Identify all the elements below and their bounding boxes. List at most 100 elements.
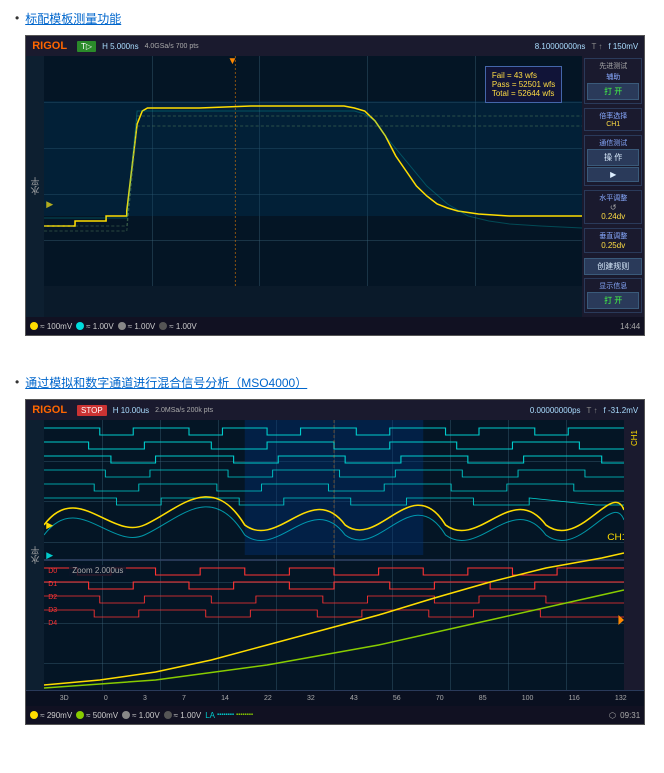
xaxis-0: 0 — [104, 695, 108, 702]
panel-assist-label: 辅助 — [587, 72, 639, 82]
panel-h-arrow: ↺ — [587, 203, 639, 212]
ch1-value: ≈ 100mV — [40, 322, 72, 331]
scope2-ch1-indicator: ≈ 290mV — [30, 711, 72, 720]
scope2-ylabel: 水平 — [26, 420, 44, 690]
rigol-logo2: RIGOL — [32, 404, 67, 416]
xaxis-56: 56 — [393, 695, 401, 702]
scope1-status: T▷ — [77, 41, 96, 52]
ch1-marker2: ▶ — [46, 520, 53, 531]
section2-link[interactable]: 通过模拟和数字通道进行混合信号分析（MSO4000） — [25, 374, 307, 391]
section1-link[interactable]: 标配模板测量功能 — [25, 10, 121, 27]
svg-text:CH1: CH1 — [607, 532, 624, 542]
scope1-trigger-icon: T ↑ — [591, 42, 602, 51]
rigol-logo1: RIGOL — [32, 40, 67, 52]
scope2-zoom-label: Zoom 2.000us — [69, 565, 126, 576]
scope2-ch4-dot — [164, 711, 172, 719]
panel-operation-btn[interactable]: 操 作 — [587, 149, 639, 166]
panel-v-adjust: 垂直调整 0.25dv — [584, 228, 642, 253]
ch3-value: ≈ 1.00V — [128, 322, 156, 331]
scope2-ch4-indicator: ≈ 1.00V — [164, 711, 202, 720]
section2-item: • 通过模拟和数字通道进行混合信号分析（MSO4000） RIGOL STOP … — [15, 374, 649, 745]
panel-channel-select: 倍率选择 CH1 — [584, 108, 642, 131]
scope2-xaxis: 3D 0 3 7 14 22 32 43 56 70 85 100 116 13… — [26, 690, 644, 706]
d1-label: D1 — [48, 581, 57, 588]
scope2-time: ⬡ 09:31 — [609, 711, 640, 720]
scope2-la-label: LA — [205, 711, 215, 720]
scope2-ch4-value: ≈ 1.00V — [174, 711, 202, 720]
scope2-trigtime: 0.00000000ps — [530, 406, 581, 415]
panel-comm-label: 通信测试 — [587, 138, 639, 148]
scope1-waveform-info: Fail = 43 wfs Pass = 52501 wfs Total = 5… — [485, 66, 562, 103]
scope2-status: STOP — [77, 405, 107, 416]
d2-label: D2 — [48, 594, 57, 601]
scope1-time: 14:44 — [620, 322, 640, 331]
panel-show-open-btn[interactable]: 打 开 — [587, 292, 639, 309]
usb-icon: ⬡ — [609, 711, 616, 720]
scope2-time-val: 09:31 — [620, 711, 640, 720]
ch3-dot — [118, 322, 126, 330]
ch2-marker2: ▶ — [46, 550, 53, 561]
scope1-voltage: f 150mV — [608, 42, 638, 51]
ch4-value: ≈ 1.00V — [169, 322, 197, 331]
scope2-ch2-indicator: ≈ 500mV — [76, 711, 118, 720]
scope1-right-panel: 先进测试 辅助 打 开 倍率选择 CH1 通信测试 操 作 ▶ 水平调整 — [582, 56, 644, 317]
scope2-la-bits2: ▪▪▪▪▪▪▪▪ — [236, 712, 253, 718]
panel-ch-select-label: 倍率选择 — [587, 111, 639, 121]
scope2-ch1-value: ≈ 290mV — [40, 711, 72, 720]
scope2-ch3-value: ≈ 1.00V — [132, 711, 160, 720]
scope2-topbar: RIGOL STOP H 10.00us 2.0MSa/s 200k pts 0… — [26, 400, 644, 420]
d4-label: D4 — [48, 620, 57, 627]
panel-v-value: 0.25dv — [587, 241, 639, 250]
ch3-indicator: ≈ 1.00V — [118, 322, 156, 331]
scope1-samplerate: 4.0GSa/s 700 pts — [145, 43, 199, 50]
xaxis-14: 14 — [221, 695, 229, 702]
scope2-ch1-dot — [30, 711, 38, 719]
waveform-total: Total = 52644 wfs — [492, 89, 555, 98]
scope2-timediv: H 10.00us — [113, 406, 149, 415]
ch4-dot — [159, 322, 167, 330]
bullet1: • — [15, 10, 19, 27]
xaxis-132: 132 — [615, 695, 627, 702]
d0-label: D0 — [48, 568, 57, 575]
scope2-la-indicator: LA ▪▪▪▪▪▪▪▪ ▪▪▪▪▪▪▪▪ — [205, 711, 253, 720]
scope2-trigger-icon: T ↑ — [587, 406, 598, 415]
xaxis-85: 85 — [479, 695, 487, 702]
ch1-indicator: ≈ 100mV — [30, 322, 72, 331]
scope2-ch2-value: ≈ 500mV — [86, 711, 118, 720]
scope2-waveform: CH1 — [44, 420, 624, 690]
scope1-container: RIGOL T▷ H 5.000ns 4.0GSa/s 700 pts 8.10… — [25, 35, 645, 336]
scope1-screen: ▶ — [44, 56, 582, 286]
ch2-dot — [76, 322, 84, 330]
scope2-main: 水平 — [26, 420, 644, 690]
panel-open-btn1[interactable]: 打 开 — [587, 83, 639, 100]
ch2-value: ≈ 1.00V — [86, 322, 114, 331]
panel-h-value: 0.24dv — [587, 212, 639, 221]
xaxis-100: 100 — [522, 695, 534, 702]
scope2-screen: CH1 ▶ ▶ Zoom 2.000us D0 D1 D2 — [44, 420, 624, 690]
panel-advanced-test: 先进测试 辅助 打 开 — [584, 58, 642, 104]
waveform-fail: Fail = 43 wfs — [492, 71, 555, 80]
panel-show-info: 显示信息 打 开 — [584, 278, 642, 313]
scope1-timediv: H 5.000ns — [102, 42, 138, 51]
xaxis-7: 7 — [182, 695, 186, 702]
panel-create-rule-btn[interactable]: 创建规则 — [584, 258, 642, 275]
panel-comm-test: 通信测试 操 作 ▶ — [584, 135, 642, 186]
xaxis-22: 22 — [264, 695, 272, 702]
panel-ch-label: CH1 — [587, 121, 639, 128]
xaxis-30: 3D — [60, 695, 69, 702]
scope1-topbar: RIGOL T▷ H 5.000ns 4.0GSa/s 700 pts 8.10… — [26, 36, 644, 56]
trigger-arrow: ▼ — [228, 56, 238, 67]
scope2-samplerate: 2.0MSa/s 200k pts — [155, 407, 213, 414]
scope2-right-panel: CH1 — [624, 420, 644, 690]
ch4-indicator: ≈ 1.00V — [159, 322, 197, 331]
waveform-pass: Pass = 52501 wfs — [492, 80, 555, 89]
panel-show-info-label: 显示信息 — [587, 281, 639, 291]
ch1-dot — [30, 322, 38, 330]
ch2-indicator: ≈ 1.00V — [76, 322, 114, 331]
section1-item: • 标配模板测量功能 RIGOL T▷ H 5.000ns 4.0GSa/s 7… — [15, 10, 649, 356]
panel-play-btn[interactable]: ▶ — [587, 167, 639, 182]
scope1-ylabel: 水平 — [26, 56, 44, 317]
xaxis-70: 70 — [436, 695, 444, 702]
xaxis-3: 3 — [143, 695, 147, 702]
scope2-ch3-indicator: ≈ 1.00V — [122, 711, 160, 720]
